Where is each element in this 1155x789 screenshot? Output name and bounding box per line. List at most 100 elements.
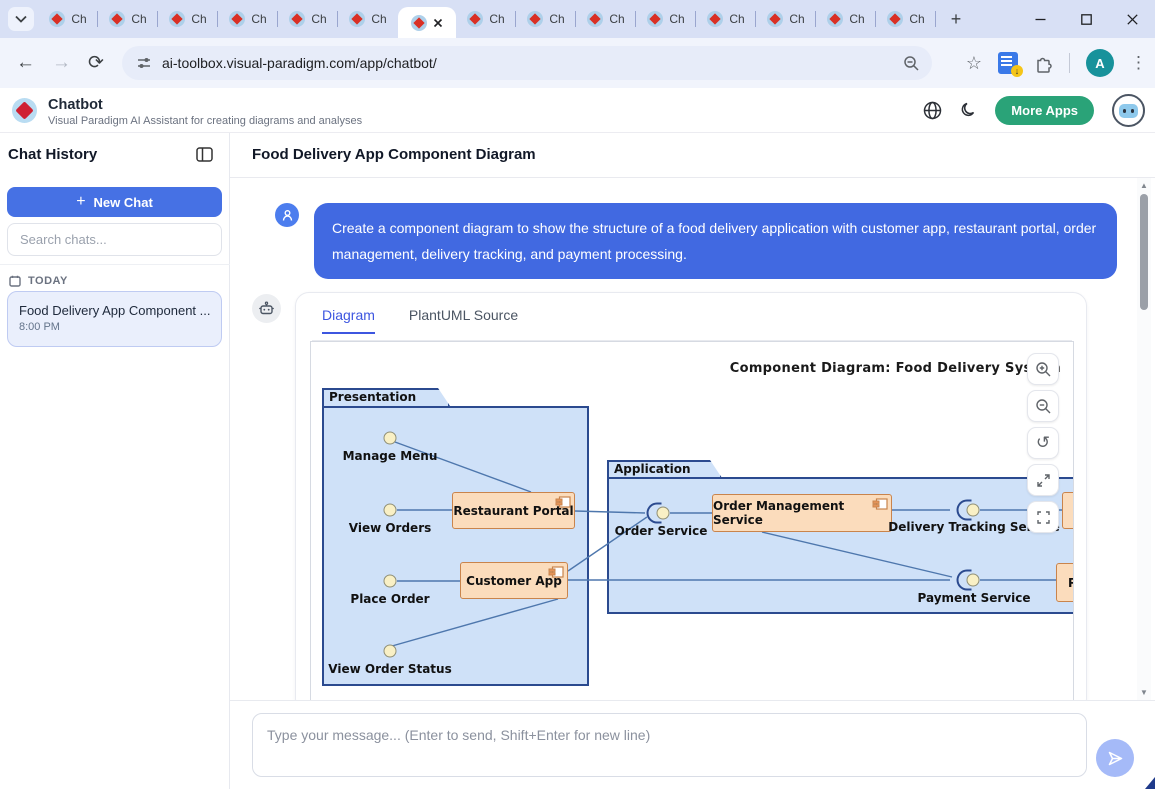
- chat-history-item[interactable]: Food Delivery App Component ... 8:00 PM: [7, 291, 222, 347]
- zoom-out-button[interactable]: [1027, 390, 1059, 422]
- language-globe-icon[interactable]: [923, 101, 942, 120]
- scrollbar-down-arrow[interactable]: ▼: [1137, 688, 1151, 697]
- tab-label: Ch: [71, 12, 86, 26]
- new-tab-button[interactable]: +: [944, 7, 968, 31]
- window-close-button[interactable]: [1109, 0, 1155, 38]
- browser-tab[interactable]: Ch: [816, 0, 876, 38]
- visual-paradigm-favicon: [767, 11, 783, 27]
- visual-paradigm-favicon: [349, 11, 365, 27]
- uml-component-icon: [872, 498, 888, 510]
- reload-button[interactable]: ⟳: [88, 52, 104, 75]
- browser-tab[interactable]: Ch: [516, 0, 576, 38]
- sidebar-title: Chat History: [8, 146, 97, 163]
- back-button[interactable]: ←: [16, 52, 35, 74]
- browser-tab-active[interactable]: [398, 7, 456, 38]
- user-message-bubble: Create a component diagram to show the s…: [314, 203, 1117, 279]
- profile-avatar[interactable]: A: [1086, 49, 1114, 77]
- extension-action-icon[interactable]: ↓: [998, 52, 1018, 74]
- composer-box: [252, 713, 1087, 777]
- dark-mode-moon-icon[interactable]: [960, 102, 977, 119]
- window-minimize-button[interactable]: [1017, 0, 1063, 38]
- interface-ball-manage-menu[interactable]: [384, 432, 397, 445]
- interface-label: Place Order: [350, 592, 429, 606]
- sidebar-collapse-icon[interactable]: [196, 147, 213, 162]
- site-settings-icon[interactable]: [136, 55, 152, 71]
- chatbot-assistant-icon[interactable]: [1112, 94, 1145, 127]
- bookmark-star-icon[interactable]: ☆: [966, 53, 982, 74]
- component-label: Order Management Service: [713, 499, 891, 527]
- component-clipped-right-bottom[interactable]: P: [1056, 563, 1074, 602]
- tab-label: Ch: [549, 12, 564, 26]
- new-chat-button[interactable]: + New Chat: [7, 187, 222, 217]
- browser-tab[interactable]: Ch: [218, 0, 278, 38]
- user-avatar: [275, 203, 299, 227]
- interface-ball-view-orders[interactable]: [384, 504, 397, 517]
- visual-paradigm-favicon: [169, 11, 185, 27]
- browser-tab[interactable]: Ch: [576, 0, 636, 38]
- main-content: Food Delivery App Component Diagram Crea…: [230, 133, 1155, 789]
- browser-tab[interactable]: Ch: [158, 0, 218, 38]
- interface-ball-place-order[interactable]: [384, 575, 397, 588]
- url-text[interactable]: ai-toolbox.visual-paradigm.com/app/chatb…: [162, 55, 437, 71]
- visual-paradigm-favicon: [229, 11, 245, 27]
- chat-scrollbar[interactable]: ▲ ▼: [1137, 178, 1151, 700]
- browser-tab[interactable]: Ch: [696, 0, 756, 38]
- calendar-icon: [9, 275, 21, 287]
- browser-tab[interactable]: Ch: [38, 0, 98, 38]
- component-restaurant-portal[interactable]: Restaurant Portal: [452, 492, 575, 529]
- address-bar[interactable]: ai-toolbox.visual-paradigm.com/app/chatb…: [122, 46, 932, 80]
- browser-toolbar: ← → ⟳ ai-toolbox.visual-paradigm.com/app…: [0, 38, 1155, 88]
- tab-label: Ch: [251, 12, 266, 26]
- browser-tab[interactable]: Ch: [278, 0, 338, 38]
- chat-item-time: 8:00 PM: [19, 321, 210, 333]
- tab-label: Ch: [371, 12, 386, 26]
- more-apps-button[interactable]: More Apps: [995, 96, 1094, 125]
- canvas-controls: ↺: [1027, 353, 1059, 533]
- browser-tabstrip: Ch Ch Ch Ch Ch Ch Ch Ch Ch Ch Ch Ch Ch C…: [0, 0, 1155, 38]
- visual-paradigm-favicon: [647, 11, 663, 27]
- visual-paradigm-favicon: [707, 11, 723, 27]
- tab-plantuml-source[interactable]: PlantUML Source: [409, 307, 518, 334]
- interface-ball-payment-service[interactable]: [967, 574, 980, 587]
- chat-history-sidebar: Chat History + New Chat TODAY Food Deliv…: [0, 133, 230, 789]
- component-customer-app[interactable]: Customer App: [460, 562, 568, 599]
- extension-badge: ↓: [1011, 65, 1023, 77]
- browser-tab[interactable]: Ch: [876, 0, 936, 38]
- component-clipped-right-top[interactable]: [1062, 492, 1074, 529]
- reset-view-button[interactable]: ↺: [1027, 427, 1059, 459]
- zoom-out-page-icon[interactable]: [903, 55, 920, 72]
- message-input[interactable]: [253, 714, 1086, 776]
- zoom-in-button[interactable]: [1027, 353, 1059, 385]
- fullscreen-button[interactable]: [1027, 501, 1059, 533]
- scrollbar-up-arrow[interactable]: ▲: [1137, 181, 1151, 190]
- visual-paradigm-favicon: [49, 11, 65, 27]
- window-maximize-button[interactable]: [1063, 0, 1109, 38]
- tab-label: Ch: [489, 12, 504, 26]
- tab-close-icon[interactable]: [433, 18, 443, 28]
- browser-tab[interactable]: Ch: [756, 0, 816, 38]
- expand-button[interactable]: [1027, 464, 1059, 496]
- robot-face-icon: [1119, 104, 1138, 118]
- tab-label: Ch: [131, 12, 146, 26]
- scrollbar-thumb[interactable]: [1140, 194, 1148, 310]
- interface-ball-order-service[interactable]: [657, 507, 670, 520]
- extensions-puzzle-icon[interactable]: [1034, 54, 1053, 73]
- browser-tab[interactable]: Ch: [338, 0, 398, 38]
- toolbar-actions: ☆ ↓ A ⋮: [966, 38, 1147, 88]
- app-header: Chatbot Visual Paradigm AI Assistant for…: [0, 88, 1155, 133]
- chat-scroll-area[interactable]: Create a component diagram to show the s…: [230, 178, 1155, 700]
- component-order-management-service[interactable]: Order Management Service: [712, 494, 892, 532]
- interface-ball-delivery-tracking[interactable]: [967, 504, 980, 517]
- diagram-card-tabs: Diagram PlantUML Source: [322, 307, 518, 334]
- tab-search-chevron-icon[interactable]: [8, 7, 34, 31]
- browser-tab[interactable]: Ch: [98, 0, 158, 38]
- browser-tab[interactable]: Ch: [636, 0, 696, 38]
- forward-button[interactable]: →: [52, 52, 71, 74]
- tab-diagram[interactable]: Diagram: [322, 307, 375, 334]
- diagram-canvas[interactable]: Component Diagram: Food Delivery System …: [310, 341, 1074, 700]
- search-chats-input[interactable]: [7, 223, 222, 256]
- send-button[interactable]: [1096, 739, 1134, 777]
- interface-ball-view-order-status[interactable]: [384, 645, 397, 658]
- browser-menu-kebab-icon[interactable]: ⋮: [1130, 53, 1147, 73]
- browser-tab[interactable]: Ch: [456, 0, 516, 38]
